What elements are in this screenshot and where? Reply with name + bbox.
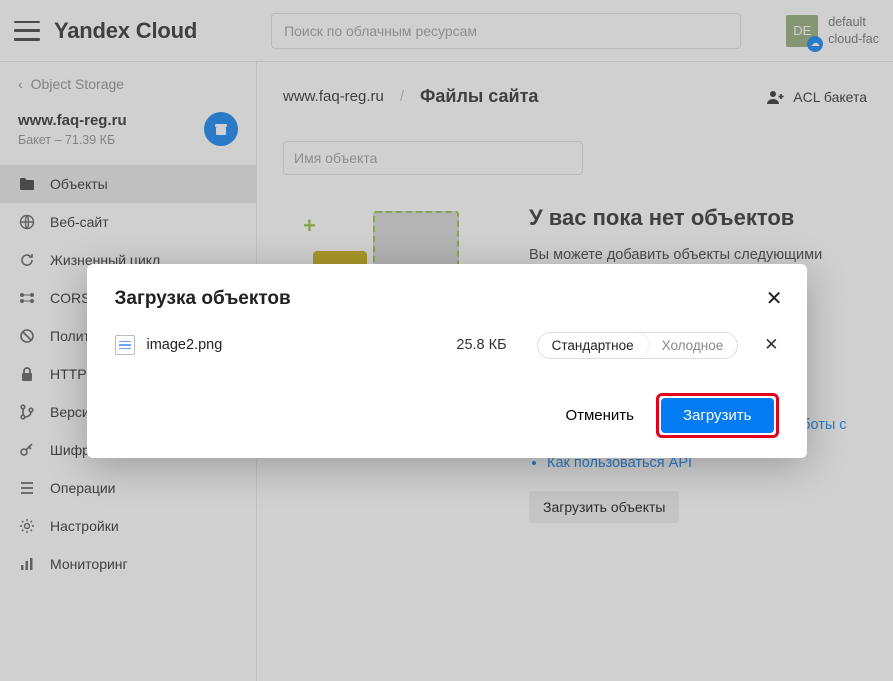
- modal-overlay: Загрузка объектов ✕ image2.png 25.8 КБ С…: [0, 0, 893, 681]
- upload-button[interactable]: Загрузить: [661, 398, 774, 433]
- remove-file-icon[interactable]: ✕: [764, 335, 778, 355]
- upload-highlight: Загрузить: [656, 393, 779, 438]
- storage-toggle: Стандартное Холодное: [537, 332, 739, 359]
- cancel-button[interactable]: Отменить: [565, 407, 634, 424]
- file-row: image2.png 25.8 КБ Стандартное Холодное …: [115, 332, 779, 359]
- file-name: image2.png: [147, 337, 223, 353]
- file-size: 25.8 КБ: [456, 337, 506, 353]
- upload-modal: Загрузка объектов ✕ image2.png 25.8 КБ С…: [87, 264, 807, 458]
- storage-standard[interactable]: Стандартное: [538, 333, 648, 358]
- close-icon[interactable]: ✕: [766, 286, 783, 311]
- modal-title: Загрузка объектов: [115, 288, 779, 310]
- storage-cold[interactable]: Холодное: [648, 333, 738, 358]
- file-icon: [115, 335, 135, 355]
